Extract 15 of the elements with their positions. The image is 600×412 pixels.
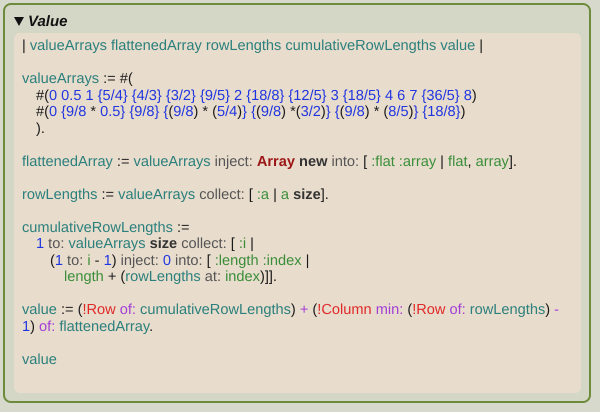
- code-line: | valueArrays flattenedArray rowLengths cumulativeRowLengths value |: [22, 38, 484, 54]
- disclosure-triangle-icon[interactable]: [14, 16, 24, 26]
- code-line: (1 to: i - 1) inject: 0 into: [ :length :index |: [50, 252, 310, 269]
- code-line: valueArrays := #(: [22, 71, 134, 88]
- code-line: ).: [36, 120, 46, 137]
- code-line: #(0 {9/8 * 0.5} {9/8} {(9/8) * (5/4)} {(9/8) *(3/2)} {(9/8) * (8/5)} {18/8}): [36, 104, 466, 120]
- code-line: #(0 0.5 1 {5/4} {4/3} {3/2} {9/5} 2 {18/8} {12/5} 3 {18/5} 4 6 7 {36/5} 8): [36, 88, 478, 104]
- code-line: rowLengths := valueArrays collect: [ :a | a size].: [22, 186, 330, 203]
- code-line: flattenedArray := valueArrays inject: Array new into: [ :flat :array | flat, array].: [22, 154, 518, 170]
- panel-title: Value: [28, 12, 68, 30]
- code-line: length + (rowLengths at: index)]].: [64, 269, 278, 286]
- code-line: 1 to: valueArrays size collect: [ :i |: [36, 236, 255, 252]
- code-line: value: [22, 352, 58, 368]
- code-line: cumulativeRowLengths :=: [22, 220, 191, 236]
- code-line: value := (!Row of: cumulativeRowLengths) + (!Column min: (!Row of: rowLengths) - 1) of: flattenedArray.: [22, 302, 560, 335]
